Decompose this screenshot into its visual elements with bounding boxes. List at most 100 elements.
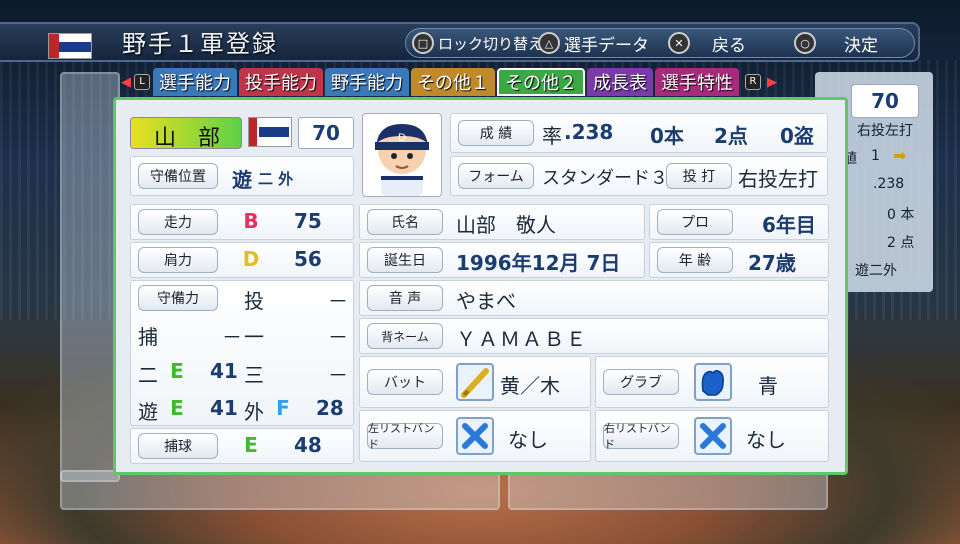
uniform-number: 70 bbox=[298, 117, 354, 149]
rbi: 2点 bbox=[714, 124, 748, 148]
side-throw-bat: 右投左打 bbox=[857, 123, 913, 139]
stolen-bases: 0盗 bbox=[780, 124, 814, 148]
left-wristband-value: なし bbox=[508, 428, 548, 452]
arm-label: 肩力 bbox=[138, 247, 218, 273]
bat-icon bbox=[456, 363, 494, 401]
defense-label: 守備力 bbox=[138, 285, 218, 311]
position-label: 守備位置 bbox=[138, 163, 218, 189]
tab-player-traits[interactable]: 選手特性 bbox=[655, 68, 739, 96]
age: 27歳 bbox=[748, 251, 796, 275]
confirm-label: 決定 bbox=[844, 35, 878, 56]
pos-outfield-value: 28 bbox=[316, 396, 344, 420]
pos-catcher: 捕 bbox=[138, 325, 158, 349]
tab-next-arrow-icon[interactable]: ▶ bbox=[767, 75, 777, 90]
pos-second-rank: E bbox=[170, 359, 184, 383]
back-name-label: 背ネーム bbox=[367, 323, 443, 349]
pos-catcher-value: － bbox=[222, 325, 242, 349]
svg-text:D: D bbox=[398, 132, 406, 144]
pos-short-value: 41 bbox=[210, 396, 238, 420]
glove-icon bbox=[694, 363, 732, 401]
voice-label: 音 声 bbox=[367, 285, 443, 311]
catch-rank: E bbox=[244, 433, 258, 457]
background-panel bbox=[60, 72, 120, 482]
pos-second: 二 bbox=[138, 363, 158, 387]
throw-bat-value: 右投左打 bbox=[738, 167, 818, 191]
page-title: 野手１軍登録 bbox=[122, 30, 278, 58]
glove-value: 青 bbox=[758, 374, 778, 398]
arm-value: 56 bbox=[294, 247, 322, 271]
home-runs: 0本 bbox=[650, 124, 684, 148]
speed-rank: B bbox=[243, 209, 259, 233]
age-label: 年 齢 bbox=[657, 247, 733, 273]
none-cross-icon bbox=[694, 417, 732, 455]
form-value: スタンダード３ bbox=[542, 168, 668, 189]
pos-third: 三 bbox=[244, 363, 264, 387]
player-detail-panel: 山 部 70 守備位置 遊 二 外 D 成 績 率 .238 0本 2点 0盗 … bbox=[113, 97, 848, 475]
right-wristband-label: 右リストバンド bbox=[603, 422, 679, 451]
tab-fielder-abilities[interactable]: 野手能力 bbox=[325, 68, 409, 96]
triangle-button-icon: △ bbox=[538, 32, 560, 54]
pos-second-value: 41 bbox=[210, 359, 238, 383]
player-data-label: 選手データ bbox=[564, 35, 649, 56]
pos-short-rank: E bbox=[170, 396, 184, 420]
lock-toggle-label: ロック切り替え bbox=[438, 34, 544, 53]
player-face-icon: D bbox=[362, 113, 442, 197]
pos-outfield: 外 bbox=[244, 400, 264, 424]
side-number: 70 bbox=[851, 84, 919, 118]
player-name: 山 部 bbox=[153, 126, 220, 151]
birthday-label: 誕生日 bbox=[367, 247, 443, 273]
team-emblem-icon bbox=[48, 33, 92, 59]
back-name: ＹＡＭＡＢＥ bbox=[456, 327, 588, 351]
cross-button-icon: ✕ bbox=[668, 32, 690, 54]
name-plate: 山 部 bbox=[130, 117, 242, 151]
position-main: 遊 bbox=[232, 168, 252, 192]
background-panel bbox=[60, 470, 500, 510]
pro-years: 6年目 bbox=[762, 213, 816, 237]
tab-other-1[interactable]: その他１ bbox=[411, 68, 495, 96]
batting-average: .238 bbox=[564, 120, 614, 144]
pos-third-value: － bbox=[328, 363, 348, 387]
throw-bat-label: 投 打 bbox=[666, 163, 732, 189]
form-label: フォーム bbox=[458, 163, 534, 189]
pos-pitcher: 投 bbox=[244, 289, 264, 313]
bat-value: 黄／木 bbox=[500, 374, 560, 398]
left-wristband-label: 左リストバンド bbox=[367, 422, 443, 451]
pos-short: 遊 bbox=[138, 400, 158, 424]
catch-label: 捕球 bbox=[138, 433, 218, 459]
confirm-button[interactable]: ○ 決定 bbox=[794, 30, 878, 56]
tab-pitcher-abilities[interactable]: 投手能力 bbox=[239, 68, 323, 96]
circle-button-icon: ○ bbox=[794, 32, 816, 54]
glove-label: グラブ bbox=[603, 369, 679, 395]
side-rbi: 2 点 bbox=[887, 235, 915, 251]
tab-prev-arrow-icon[interactable]: ◀ bbox=[121, 75, 131, 90]
screen: 70 右投左打 値 1 ➡ .238 0 本 2 点 遊二外 野手１軍登録 □ … bbox=[0, 0, 960, 544]
tab-batter-abilities[interactable]: 選手能力 bbox=[153, 68, 237, 96]
position-sub: 二 外 bbox=[258, 170, 294, 188]
bat-label: バット bbox=[367, 369, 443, 395]
speed-label: 走力 bbox=[138, 209, 218, 235]
full-name: 山部 敬人 bbox=[456, 213, 556, 237]
pos-first: 一 bbox=[244, 325, 264, 349]
player-data-button[interactable]: △ 選手データ bbox=[538, 30, 649, 56]
pos-first-value: － bbox=[328, 325, 348, 349]
team-logo-icon bbox=[248, 117, 292, 147]
lock-toggle-button[interactable]: □ ロック切り替え bbox=[412, 30, 543, 56]
avg-label: 率 bbox=[542, 124, 562, 148]
tab-other-2[interactable]: その他２ bbox=[497, 68, 585, 96]
full-name-label: 氏名 bbox=[367, 209, 443, 235]
stats-label: 成 績 bbox=[458, 120, 534, 146]
square-button-icon: □ bbox=[412, 32, 434, 54]
arrow-right-icon: ➡ bbox=[893, 146, 907, 165]
pos-outfield-rank: F bbox=[276, 396, 290, 420]
l-key-icon: L bbox=[134, 74, 150, 90]
side-avg: .238 bbox=[873, 176, 905, 192]
side-pos: 遊二外 bbox=[855, 263, 897, 279]
pos-pitcher-value: － bbox=[328, 289, 348, 313]
tab-growth[interactable]: 成長表 bbox=[587, 68, 653, 96]
voice: やまべ bbox=[456, 289, 516, 313]
pro-years-label: プロ bbox=[657, 209, 733, 235]
back-button[interactable]: ✕ 戻る bbox=[668, 30, 746, 56]
back-label: 戻る bbox=[712, 35, 746, 56]
birthday: 1996年12月 7日 bbox=[456, 251, 621, 275]
r-key-icon: R bbox=[745, 74, 761, 90]
